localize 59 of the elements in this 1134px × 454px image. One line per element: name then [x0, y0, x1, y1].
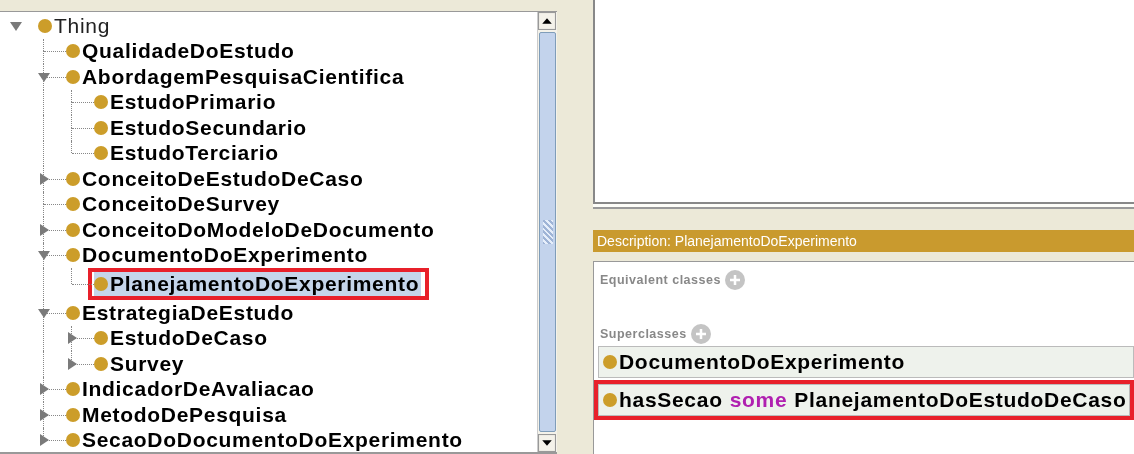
- expanded-arrow-icon[interactable]: [38, 306, 50, 319]
- superclass-row[interactable]: hasSecao some PlanejamentoDoEstudoDeCaso: [598, 384, 1130, 416]
- class-dot-icon: [66, 305, 80, 320]
- expanded-arrow-icon[interactable]: [38, 70, 50, 83]
- class-tree-item[interactable]: DocumentoDoExperimento: [66, 243, 371, 268]
- class-tree-item[interactable]: Thing: [38, 13, 113, 38]
- class-tree-item[interactable]: EstudoDeCaso: [94, 326, 270, 351]
- superclass-row[interactable]: DocumentoDoExperimento: [598, 346, 1134, 378]
- class-dot-icon: [66, 222, 80, 237]
- class-tree-item[interactable]: AbordagemPesquisaCientifica: [66, 64, 407, 89]
- class-dot-icon: [38, 18, 52, 33]
- collapsed-arrow-icon[interactable]: [38, 223, 50, 236]
- class-tree-item[interactable]: QualidadeDoEstudo: [66, 39, 297, 64]
- class-dot-icon: [94, 277, 108, 291]
- class-dot-icon: [66, 171, 80, 186]
- class-expression: DocumentoDoExperimento: [619, 350, 906, 374]
- expanded-arrow-icon[interactable]: [38, 249, 50, 262]
- class-dot-icon: [66, 69, 80, 84]
- class-tree-item[interactable]: SecaoDoDocumentoDoExperimento: [66, 428, 465, 452]
- class-dot-icon: [94, 331, 108, 346]
- section-label: Superclasses: [600, 327, 687, 341]
- class-tree-item[interactable]: ConceitoDeSurvey: [66, 192, 282, 217]
- class-tree-item[interactable]: IndicadorDeAvaliacao: [66, 377, 317, 402]
- collapsed-arrow-icon[interactable]: [66, 332, 78, 345]
- class-dot-icon: [66, 44, 80, 59]
- class-dot-icon: [603, 393, 617, 407]
- grip-icon: [542, 220, 553, 244]
- collapsed-arrow-icon[interactable]: [38, 434, 50, 447]
- class-dot-icon: [94, 95, 108, 110]
- class-dot-icon: [603, 355, 617, 369]
- class-tree-item[interactable]: ConceitoDoModeloDeDocumento: [66, 217, 437, 242]
- class-tree-item[interactable]: EstudoSecundario: [94, 115, 309, 140]
- class-dot-icon: [94, 146, 108, 161]
- expanded-arrow-icon[interactable]: [10, 19, 22, 32]
- class-tree-item[interactable]: PlanejamentoDoExperimento: [94, 272, 422, 296]
- class-dot-icon: [66, 433, 80, 448]
- class-dot-icon: [94, 120, 108, 135]
- description-header: Description: PlanejamentoDoExperimento: [593, 230, 1134, 252]
- class-dot-icon: [66, 197, 80, 212]
- collapsed-arrow-icon[interactable]: [38, 408, 50, 421]
- class-tree-item[interactable]: EstudoPrimario: [94, 90, 279, 115]
- scroll-down-button[interactable]: [538, 434, 556, 452]
- collapsed-arrow-icon[interactable]: [66, 357, 78, 370]
- class-dot-icon: [66, 407, 80, 422]
- class-tree-item[interactable]: Survey: [94, 351, 187, 376]
- collapsed-arrow-icon[interactable]: [38, 172, 50, 185]
- class-dot-icon: [94, 356, 108, 371]
- section-label: Equivalent classes: [600, 273, 721, 287]
- scroll-up-button[interactable]: [538, 12, 556, 30]
- scroll-thumb[interactable]: [539, 32, 556, 432]
- class-dot-icon: [66, 248, 80, 263]
- collapsed-arrow-icon[interactable]: [38, 383, 50, 396]
- class-tree-item[interactable]: EstudoTerciario: [94, 141, 281, 166]
- class-expression: hasSecao some PlanejamentoDoEstudoDeCaso: [619, 388, 1127, 412]
- class-dot-icon: [66, 382, 80, 397]
- class-tree-item[interactable]: ConceitoDeEstudoDeCaso: [66, 166, 366, 191]
- class-tree-item[interactable]: EstrategiaDeEstudo: [66, 300, 297, 325]
- class-tree-item[interactable]: MetodoDePesquisa: [66, 402, 289, 427]
- scrollbar[interactable]: [537, 12, 557, 452]
